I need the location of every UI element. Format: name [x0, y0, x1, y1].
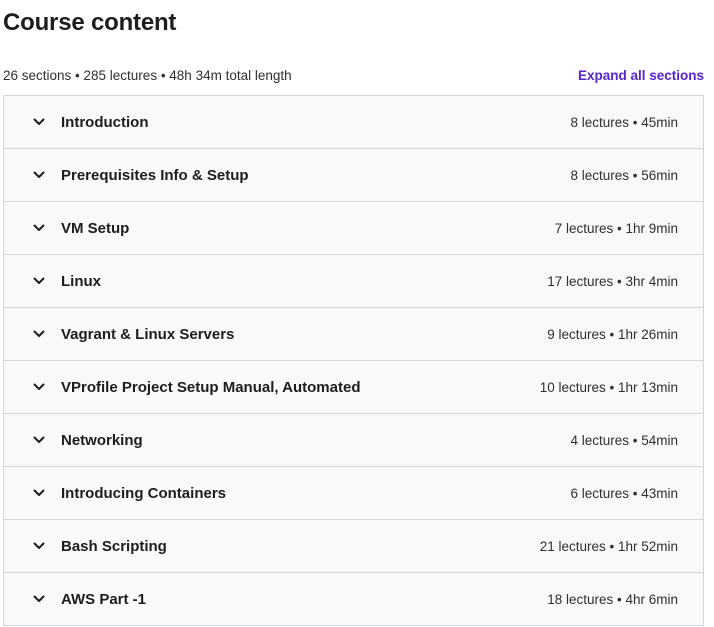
section-meta: 4 lectures • 54min: [570, 432, 678, 448]
section-header[interactable]: VM Setup 7 lectures • 1hr 9min: [4, 202, 703, 255]
section-header[interactable]: AWS Part -1 18 lectures • 4hr 6min: [4, 573, 703, 626]
chevron-down-icon: [32, 433, 46, 447]
chevron-down-icon: [32, 380, 46, 394]
expand-all-sections-button[interactable]: Expand all sections: [578, 68, 704, 83]
section-list: Introduction 8 lectures • 45min Prerequi…: [3, 95, 704, 626]
section-meta: 6 lectures • 43min: [570, 485, 678, 501]
section-title: Introduction: [61, 113, 149, 131]
section-meta: 10 lectures • 1hr 13min: [539, 379, 678, 395]
section-title: Networking: [61, 431, 143, 449]
course-content-panel: Course content 26 sections • 285 lecture…: [0, 0, 714, 627]
section-meta: 18 lectures • 4hr 6min: [547, 591, 678, 607]
section-title: Introducing Containers: [61, 484, 226, 502]
section-meta: 7 lectures • 1hr 9min: [554, 220, 678, 236]
section-title: Bash Scripting: [61, 537, 167, 555]
section-title: VProfile Project Setup Manual, Automated: [61, 378, 361, 396]
section-header[interactable]: Prerequisites Info & Setup 8 lectures • …: [4, 149, 703, 202]
chevron-down-icon: [32, 539, 46, 553]
chevron-down-icon: [32, 221, 46, 235]
chevron-down-icon: [32, 486, 46, 500]
chevron-down-icon: [32, 274, 46, 288]
section-meta: 8 lectures • 45min: [570, 114, 678, 130]
section-meta: 9 lectures • 1hr 26min: [547, 326, 678, 342]
section-meta: 8 lectures • 56min: [570, 167, 678, 183]
section-header[interactable]: Introducing Containers 6 lectures • 43mi…: [4, 467, 703, 520]
section-title: Vagrant & Linux Servers: [61, 325, 235, 343]
section-title: Linux: [61, 272, 101, 290]
section-header[interactable]: Linux 17 lectures • 3hr 4min: [4, 255, 703, 308]
chevron-down-icon: [32, 168, 46, 182]
section-title: AWS Part -1: [61, 590, 147, 608]
chevron-down-icon: [32, 327, 46, 341]
section-meta: 21 lectures • 1hr 52min: [539, 538, 678, 554]
course-summary-row: 26 sections • 285 lectures • 48h 34m tot…: [3, 66, 704, 84]
section-title: VM Setup: [61, 219, 130, 237]
section-header[interactable]: Vagrant & Linux Servers 9 lectures • 1hr…: [4, 308, 703, 361]
course-summary: 26 sections • 285 lectures • 48h 34m tot…: [3, 67, 292, 83]
section-meta: 17 lectures • 3hr 4min: [547, 273, 678, 289]
section-header[interactable]: Introduction 8 lectures • 45min: [4, 96, 703, 149]
section-header[interactable]: Networking 4 lectures • 54min: [4, 414, 703, 467]
section-header[interactable]: VProfile Project Setup Manual, Automated…: [4, 361, 703, 414]
section-title: Prerequisites Info & Setup: [61, 166, 249, 184]
section-header[interactable]: Bash Scripting 21 lectures • 1hr 52min: [4, 520, 703, 573]
page-title: Course content: [3, 9, 177, 36]
chevron-down-icon: [32, 592, 46, 606]
chevron-down-icon: [32, 115, 46, 129]
